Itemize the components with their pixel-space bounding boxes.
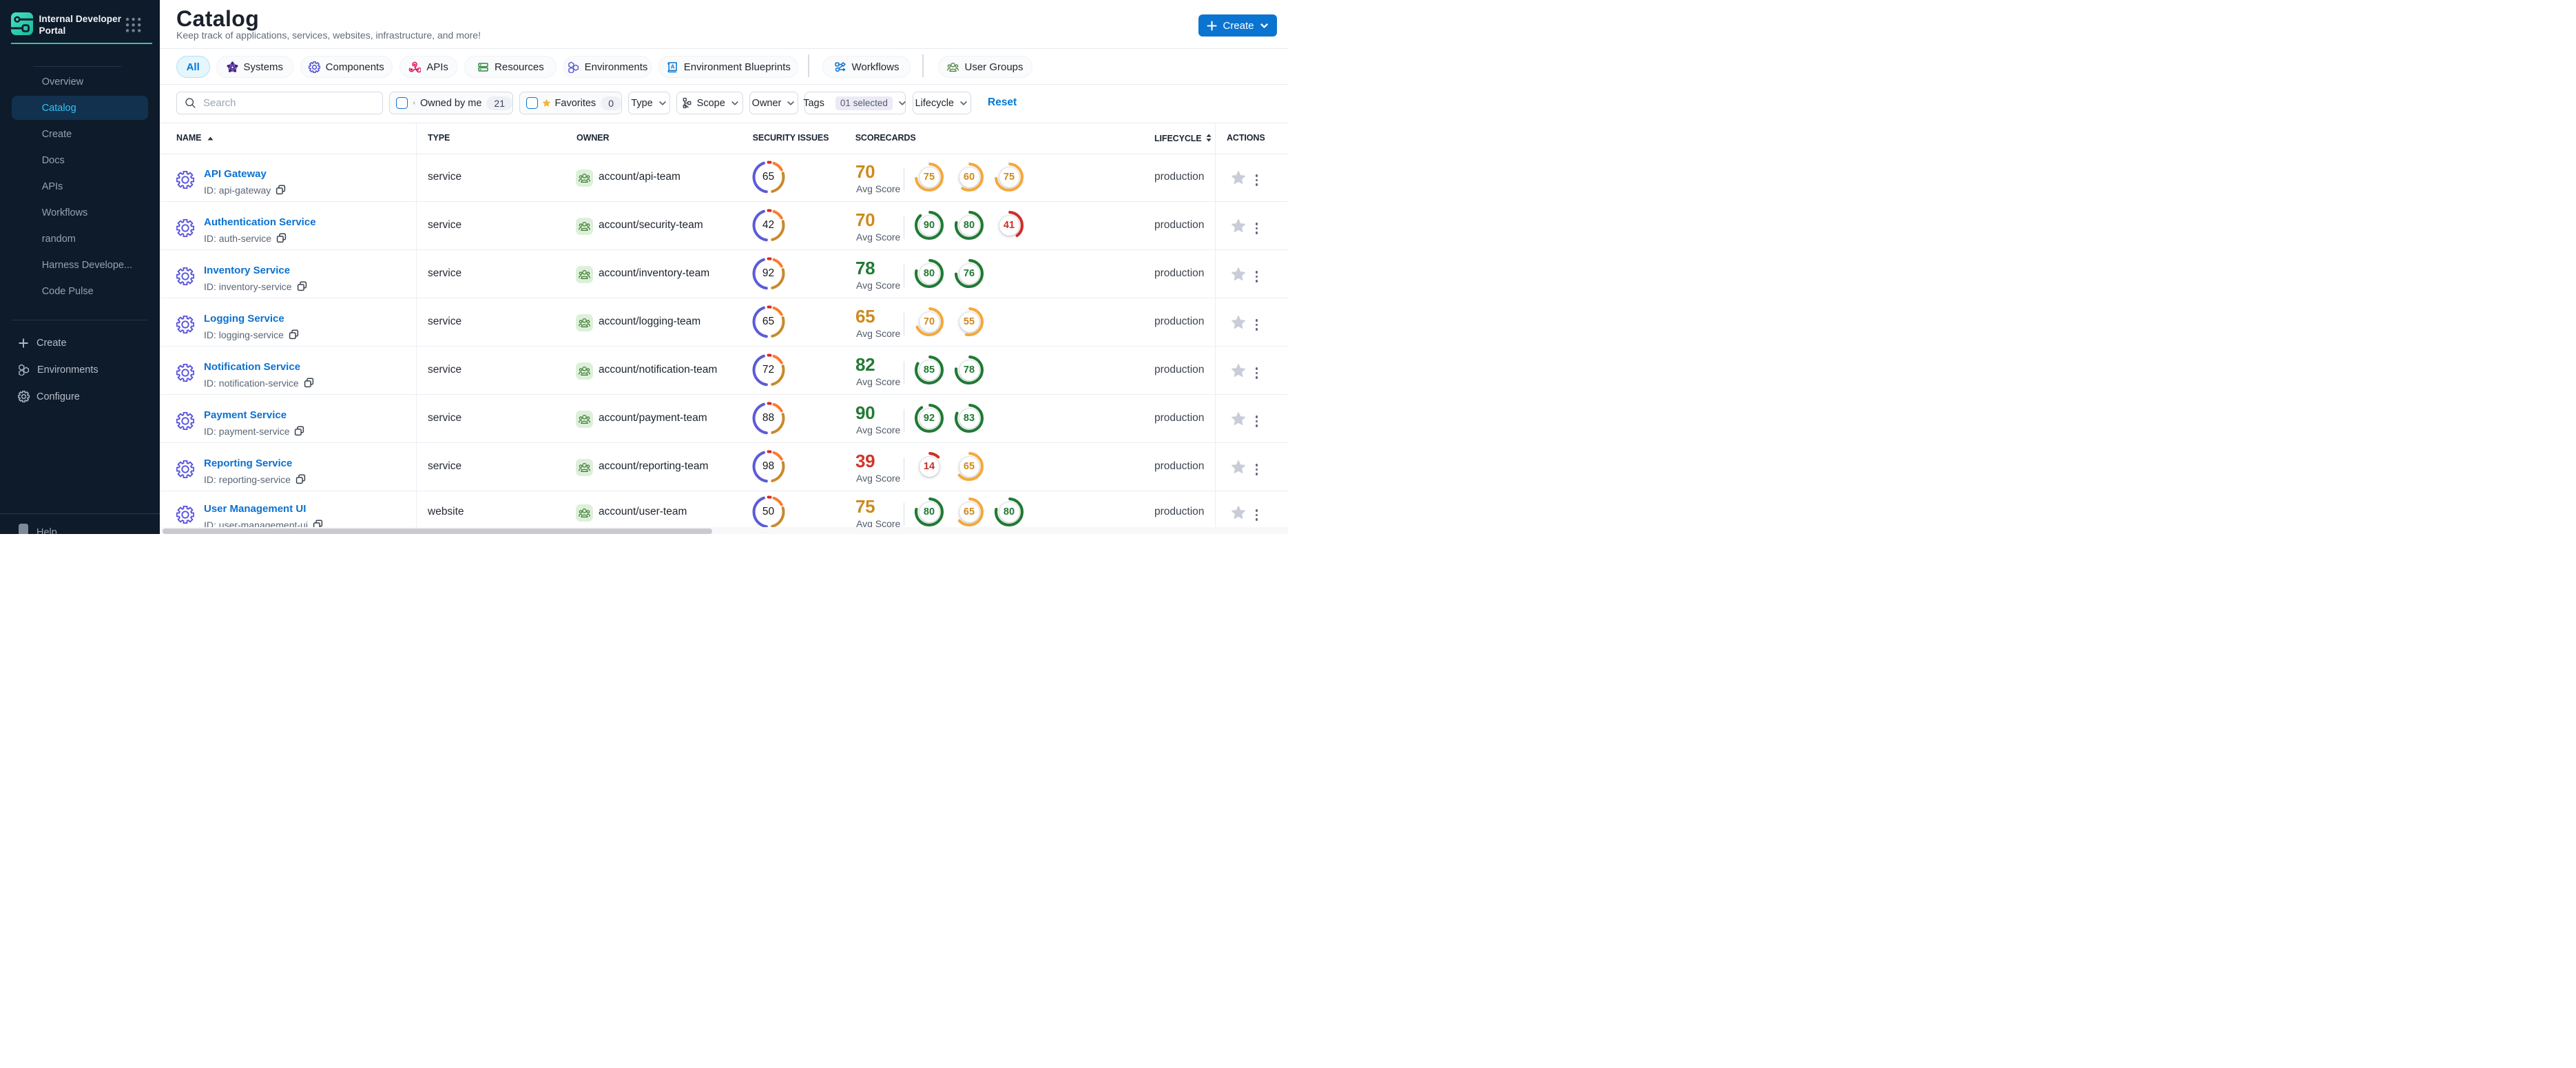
- svg-text:A: A: [670, 64, 674, 70]
